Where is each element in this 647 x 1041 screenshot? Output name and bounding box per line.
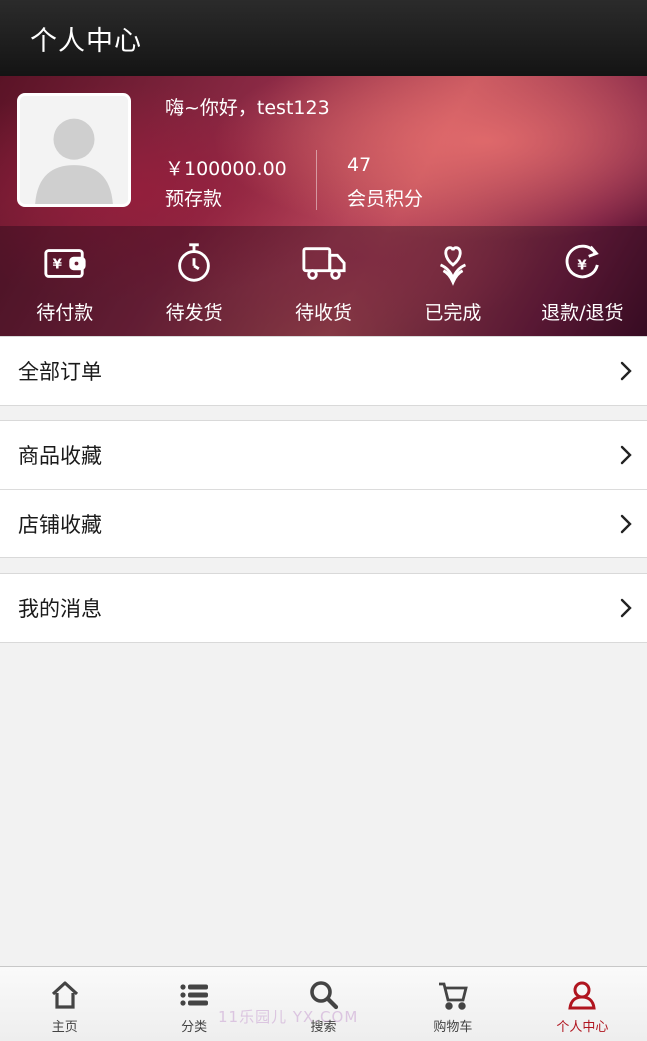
page-title: 个人中心 bbox=[30, 25, 142, 57]
top-app-bar: 个人中心 bbox=[0, 0, 647, 76]
search-icon bbox=[309, 981, 338, 1010]
order-refund[interactable]: ¥ 退款/退货 bbox=[518, 226, 647, 336]
menu-item-product-favorites[interactable]: 商品收藏 bbox=[0, 421, 647, 489]
refund-icon: ¥ bbox=[565, 244, 600, 279]
tab-cart[interactable]: 购物车 bbox=[388, 967, 517, 1041]
tab-label: 主页 bbox=[51, 1020, 78, 1035]
points-value: 47 bbox=[347, 154, 372, 176]
tab-label: 购物车 bbox=[433, 1020, 473, 1035]
svg-text:¥: ¥ bbox=[52, 258, 62, 273]
chevron-right-icon bbox=[620, 445, 632, 465]
menu-item-my-messages[interactable]: 我的消息 bbox=[0, 574, 647, 642]
truck-icon bbox=[301, 247, 346, 280]
menu-item-label: 商品收藏 bbox=[18, 444, 102, 468]
balance-stat[interactable]: ￥100000.00 预存款 bbox=[165, 154, 287, 211]
tab-label: 搜索 bbox=[310, 1020, 337, 1035]
profile-banner: 嗨~你好，test123 ￥100000.00 预存款 47 会员积分 ¥ 待付… bbox=[0, 76, 647, 336]
list-icon bbox=[180, 984, 209, 1006]
heart-flower-icon bbox=[439, 246, 466, 286]
order-status-label: 待收货 bbox=[295, 302, 353, 324]
order-status-bar: ¥ 待付款 待发货 待收货 已完成 ¥ 退款/退货 bbox=[0, 226, 647, 336]
tab-label: 个人中心 bbox=[556, 1020, 609, 1035]
default-avatar-icon bbox=[20, 96, 128, 204]
wallet-icon: ¥ bbox=[44, 249, 86, 278]
order-pending-receipt[interactable]: 待收货 bbox=[259, 226, 388, 336]
chevron-right-icon bbox=[620, 361, 632, 381]
points-stat[interactable]: 47 会员积分 bbox=[347, 154, 423, 211]
cart-icon bbox=[438, 982, 468, 1010]
tab-search[interactable]: 搜索 bbox=[259, 967, 388, 1041]
avatar[interactable] bbox=[17, 93, 131, 207]
menu-item-all-orders[interactable]: 全部订单 bbox=[0, 337, 647, 405]
home-icon bbox=[51, 981, 78, 1009]
order-completed[interactable]: 已完成 bbox=[388, 226, 517, 336]
chevron-right-icon bbox=[620, 514, 632, 533]
menu-item-label: 店铺收藏 bbox=[18, 512, 102, 537]
order-status-label: 已完成 bbox=[424, 302, 482, 324]
order-pending-shipment[interactable]: 待发货 bbox=[129, 226, 258, 336]
user-icon bbox=[568, 981, 597, 1010]
order-status-label: 待发货 bbox=[165, 302, 223, 324]
chevron-right-icon bbox=[620, 598, 632, 618]
stat-divider bbox=[316, 150, 317, 210]
tab-label: 分类 bbox=[181, 1020, 208, 1035]
svg-text:¥: ¥ bbox=[578, 259, 588, 274]
balance-label: 预存款 bbox=[165, 188, 223, 210]
greeting-text: 嗨~你好，test123 bbox=[165, 97, 330, 119]
order-status-label: 待付款 bbox=[36, 302, 94, 324]
points-label: 会员积分 bbox=[347, 188, 424, 210]
tab-home[interactable]: 主页 bbox=[0, 967, 129, 1041]
balance-value: ￥100000.00 bbox=[165, 158, 287, 180]
order-status-label: 退款/退货 bbox=[541, 302, 624, 324]
menu-item-label: 我的消息 bbox=[18, 597, 102, 621]
bottom-tab-bar: 主页 分类 搜索 购物车 个人中心 bbox=[0, 966, 647, 1041]
menu-item-label: 全部订单 bbox=[18, 360, 102, 384]
tab-profile[interactable]: 个人中心 bbox=[518, 967, 647, 1041]
order-pending-payment[interactable]: ¥ 待付款 bbox=[0, 226, 129, 336]
stopwatch-icon bbox=[178, 243, 210, 282]
menu-item-store-favorites[interactable]: 店铺收藏 bbox=[0, 489, 647, 557]
tab-category[interactable]: 分类 bbox=[129, 967, 258, 1041]
menu-group-messages: 我的消息 bbox=[0, 573, 647, 643]
menu-group-favorites: 商品收藏 店铺收藏 bbox=[0, 420, 647, 558]
menu-group-orders: 全部订单 bbox=[0, 336, 647, 406]
